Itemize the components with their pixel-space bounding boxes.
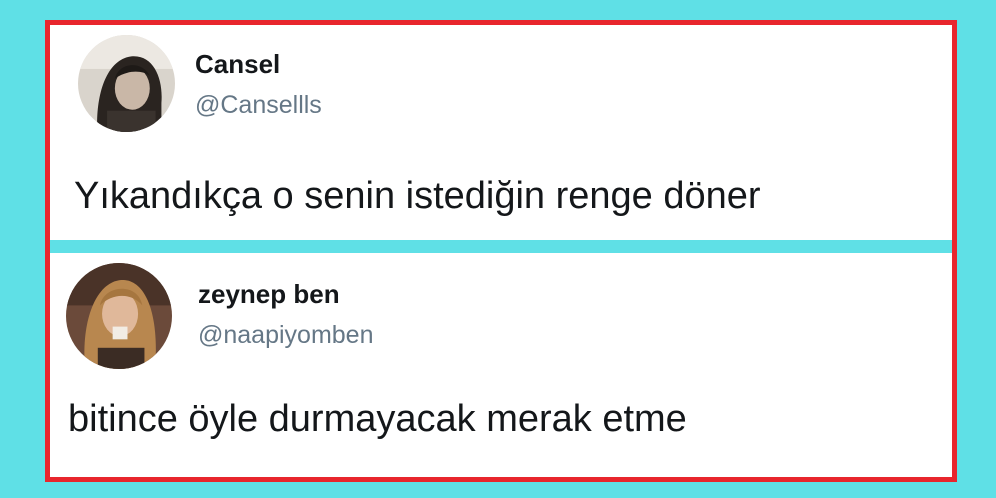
profile-photo-icon: [66, 263, 172, 369]
avatar[interactable]: [78, 35, 175, 132]
tweet-card: Cansel @Cansellls Yıkandıkça o senin ist…: [50, 25, 952, 240]
tweet-card: zeynep ben @naapiyomben bitince öyle dur…: [50, 253, 952, 477]
display-name[interactable]: zeynep ben: [198, 279, 340, 310]
tweet-text: Yıkandıkça o senin istediğin renge döner: [74, 175, 761, 217]
tweet-collage-frame: Cansel @Cansellls Yıkandıkça o senin ist…: [45, 20, 957, 482]
avatar[interactable]: [66, 263, 172, 369]
user-handle[interactable]: @Cansellls: [195, 91, 322, 120]
display-name[interactable]: Cansel: [195, 49, 280, 80]
tweet-text: bitince öyle durmayacak merak etme: [68, 398, 687, 440]
profile-photo-icon: [78, 35, 175, 132]
user-handle[interactable]: @naapiyomben: [198, 321, 374, 350]
